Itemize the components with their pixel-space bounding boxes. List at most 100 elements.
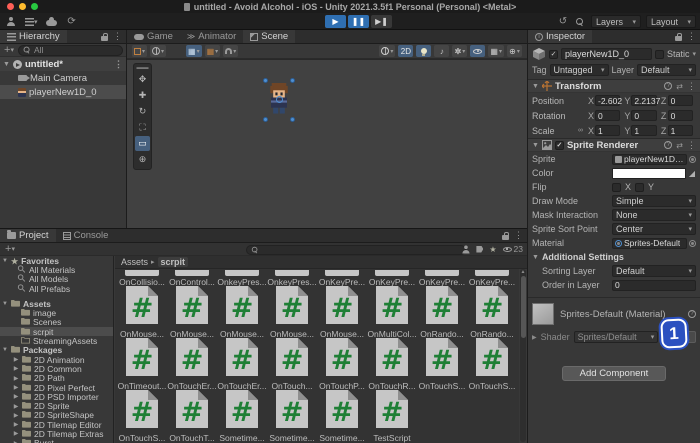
favorites-section[interactable]: ▼ ★ Favorites — [0, 256, 113, 266]
presets-icon[interactable]: ⇄ — [676, 141, 683, 150]
favorite-item[interactable]: All Models — [0, 274, 113, 284]
gizmos-dropdown[interactable]: ⊕ ▾ — [507, 45, 522, 57]
additional-settings-foldout[interactable]: ▼ Additional Settings — [528, 250, 700, 264]
package-folder-item[interactable]: ▶ 2D Pixel Perfect — [0, 383, 113, 393]
account-button[interactable] — [5, 15, 17, 28]
tab-inspector[interactable]: i Inspector — [528, 30, 593, 43]
tab-animator[interactable]: ≫ Animator — [180, 30, 243, 43]
chevron-right-icon[interactable]: ▶ — [13, 430, 19, 437]
asset-item[interactable]: # OnMultiCol... — [367, 286, 417, 339]
asset-item[interactable]: # Sometime... — [317, 390, 367, 443]
tab-console[interactable]: Console — [56, 229, 116, 242]
create-asset-button[interactable]: + ▾ — [4, 243, 16, 256]
lock-icon[interactable] — [502, 231, 509, 240]
favorite-item[interactable]: All Materials — [0, 265, 113, 275]
rect-tool-button[interactable]: ▭ — [135, 136, 150, 151]
scale-tool-button[interactable]: ⛶ — [135, 120, 150, 135]
position-x-field[interactable]: -2.602 — [595, 95, 622, 106]
view-tool-button[interactable]: ✥ — [135, 72, 150, 87]
asset-item[interactable]: # OnMouse... — [117, 286, 167, 339]
audio-toggle-button[interactable]: ♪ — [434, 45, 450, 57]
chevron-right-icon[interactable]: ▶ — [13, 384, 19, 391]
favorites-star-icon[interactable]: ★ — [489, 245, 496, 254]
asset-folder-item[interactable]: image — [0, 308, 113, 318]
project-search-input[interactable] — [246, 244, 466, 255]
undo-history-button[interactable]: ↺ — [557, 15, 569, 28]
asset-item[interactable]: # OnTouchT... — [167, 390, 217, 443]
draw-mode-dropdown[interactable]: Simple ▾ — [612, 195, 696, 207]
tab-scene[interactable]: Scene — [243, 30, 296, 43]
rotate-tool-button[interactable]: ↻ — [135, 104, 150, 119]
snap-increment-dropdown[interactable]: ▦ ▾ — [204, 45, 221, 57]
sorting-layer-dropdown[interactable]: Default ▾ — [612, 265, 696, 277]
position-z-field[interactable]: 0 — [667, 95, 693, 106]
cloud-collab-button[interactable] — [46, 15, 58, 28]
overlay-drag-handle[interactable]: ▬▬ — [134, 65, 151, 71]
chevron-right-icon[interactable]: ▶ — [13, 356, 19, 363]
selection-handle[interactable] — [290, 117, 295, 122]
tool-handle-rotation-dropdown[interactable]: ▾ — [150, 45, 167, 57]
package-folder-item[interactable]: ▶ 2D Common — [0, 364, 113, 374]
selection-handle[interactable] — [290, 78, 295, 83]
chevron-right-icon[interactable]: ▶ — [13, 393, 19, 400]
close-window-button[interactable] — [7, 3, 14, 10]
draw-mode-dropdown[interactable]: ▾ — [379, 45, 396, 57]
layout-dropdown[interactable]: Layout ▾ — [646, 15, 696, 28]
package-folder-item[interactable]: ▶ 2D Tilemap Extras — [0, 429, 113, 439]
chevron-right-icon[interactable]: ▶ — [13, 412, 19, 419]
lock-icon[interactable] — [675, 32, 682, 41]
layers-dropdown[interactable]: Layers ▾ — [591, 15, 641, 28]
grid-snapping-dropdown[interactable]: ▦ ▾ — [186, 45, 202, 57]
panel-menu-icon[interactable]: ⋮ — [514, 230, 523, 241]
assets-section[interactable]: ▼ Assets — [0, 299, 113, 309]
sprite-object-field[interactable]: playerNew1D_0 — [612, 153, 687, 165]
play-button[interactable]: ▶ — [325, 15, 346, 28]
tab-hierarchy[interactable]: Hierarchy — [0, 30, 67, 43]
magnet-snap-dropdown[interactable]: ▾ — [223, 45, 239, 57]
asset-item[interactable]: # TestScript — [367, 390, 417, 443]
panel-menu-icon[interactable]: ⋮ — [687, 31, 696, 42]
asset-item[interactable]: # OnTouchS... — [117, 390, 167, 443]
asset-item[interactable]: # OnTouchS... — [417, 338, 467, 391]
breadcrumb-assets[interactable]: Assets — [121, 257, 148, 267]
search-button[interactable] — [574, 15, 586, 28]
lock-icon[interactable] — [101, 32, 108, 41]
sprite-renderer-component-header[interactable]: ▼ Sprite Renderer ? ⇄ ⋮ — [528, 138, 700, 152]
package-folder-item[interactable]: ▶ 2D Sprite — [0, 401, 113, 411]
hierarchy-scene-row[interactable]: ▼ untitled* ⋮ — [0, 57, 126, 71]
component-menu-icon[interactable]: ⋮ — [687, 140, 696, 151]
search-by-label-icon[interactable] — [476, 245, 484, 253]
chevron-right-icon[interactable]: ▶ — [13, 403, 19, 410]
2d-toggle-button[interactable]: 2D — [398, 45, 414, 57]
step-button[interactable]: ▶❚ — [371, 15, 392, 28]
grid-scrollbar[interactable]: ▲ — [520, 269, 526, 442]
tag-dropdown[interactable]: Untagged ▾ — [549, 64, 609, 76]
gameobject-name-field[interactable]: playerNew1D_0 — [561, 48, 652, 60]
component-enabled-checkbox[interactable] — [554, 140, 564, 150]
pivot-handle[interactable] — [276, 96, 283, 103]
scale-x-field[interactable]: 1 — [595, 125, 621, 136]
order-in-layer-field[interactable]: 0 — [612, 279, 696, 291]
selected-sprite-object[interactable] — [263, 78, 295, 122]
scroll-up-icon[interactable]: ▲ — [520, 269, 526, 275]
asset-item[interactable]: # OnRando... — [417, 286, 467, 339]
chevron-right-icon[interactable]: ▶ — [13, 421, 19, 428]
help-icon[interactable]: ? — [664, 82, 673, 90]
tab-game[interactable]: Game — [127, 30, 180, 43]
scale-y-field[interactable]: 1 — [631, 125, 657, 136]
package-folder-item[interactable]: ▶Burst — [0, 438, 113, 443]
search-by-type-icon[interactable] — [462, 244, 470, 254]
chevron-right-icon[interactable]: ▶ — [532, 334, 537, 341]
package-folder-item[interactable]: ▶ 2D PSD Importer — [0, 392, 113, 402]
hierarchy-item[interactable]: playerNew1D_0 — [0, 85, 126, 99]
chevron-right-icon[interactable]: ▶ — [13, 375, 19, 382]
object-picker-icon[interactable] — [689, 155, 696, 163]
move-tool-button[interactable]: ✚ — [135, 88, 150, 103]
minimize-window-button[interactable] — [19, 3, 26, 10]
add-component-button[interactable]: Add Component — [562, 366, 666, 381]
flip-y-checkbox[interactable] — [635, 182, 645, 192]
selection-handle[interactable] — [263, 78, 268, 83]
mask-interaction-dropdown[interactable]: None ▾ — [612, 209, 696, 221]
scale-z-field[interactable]: 1 — [667, 125, 693, 136]
presets-icon[interactable]: ⇄ — [676, 82, 683, 91]
